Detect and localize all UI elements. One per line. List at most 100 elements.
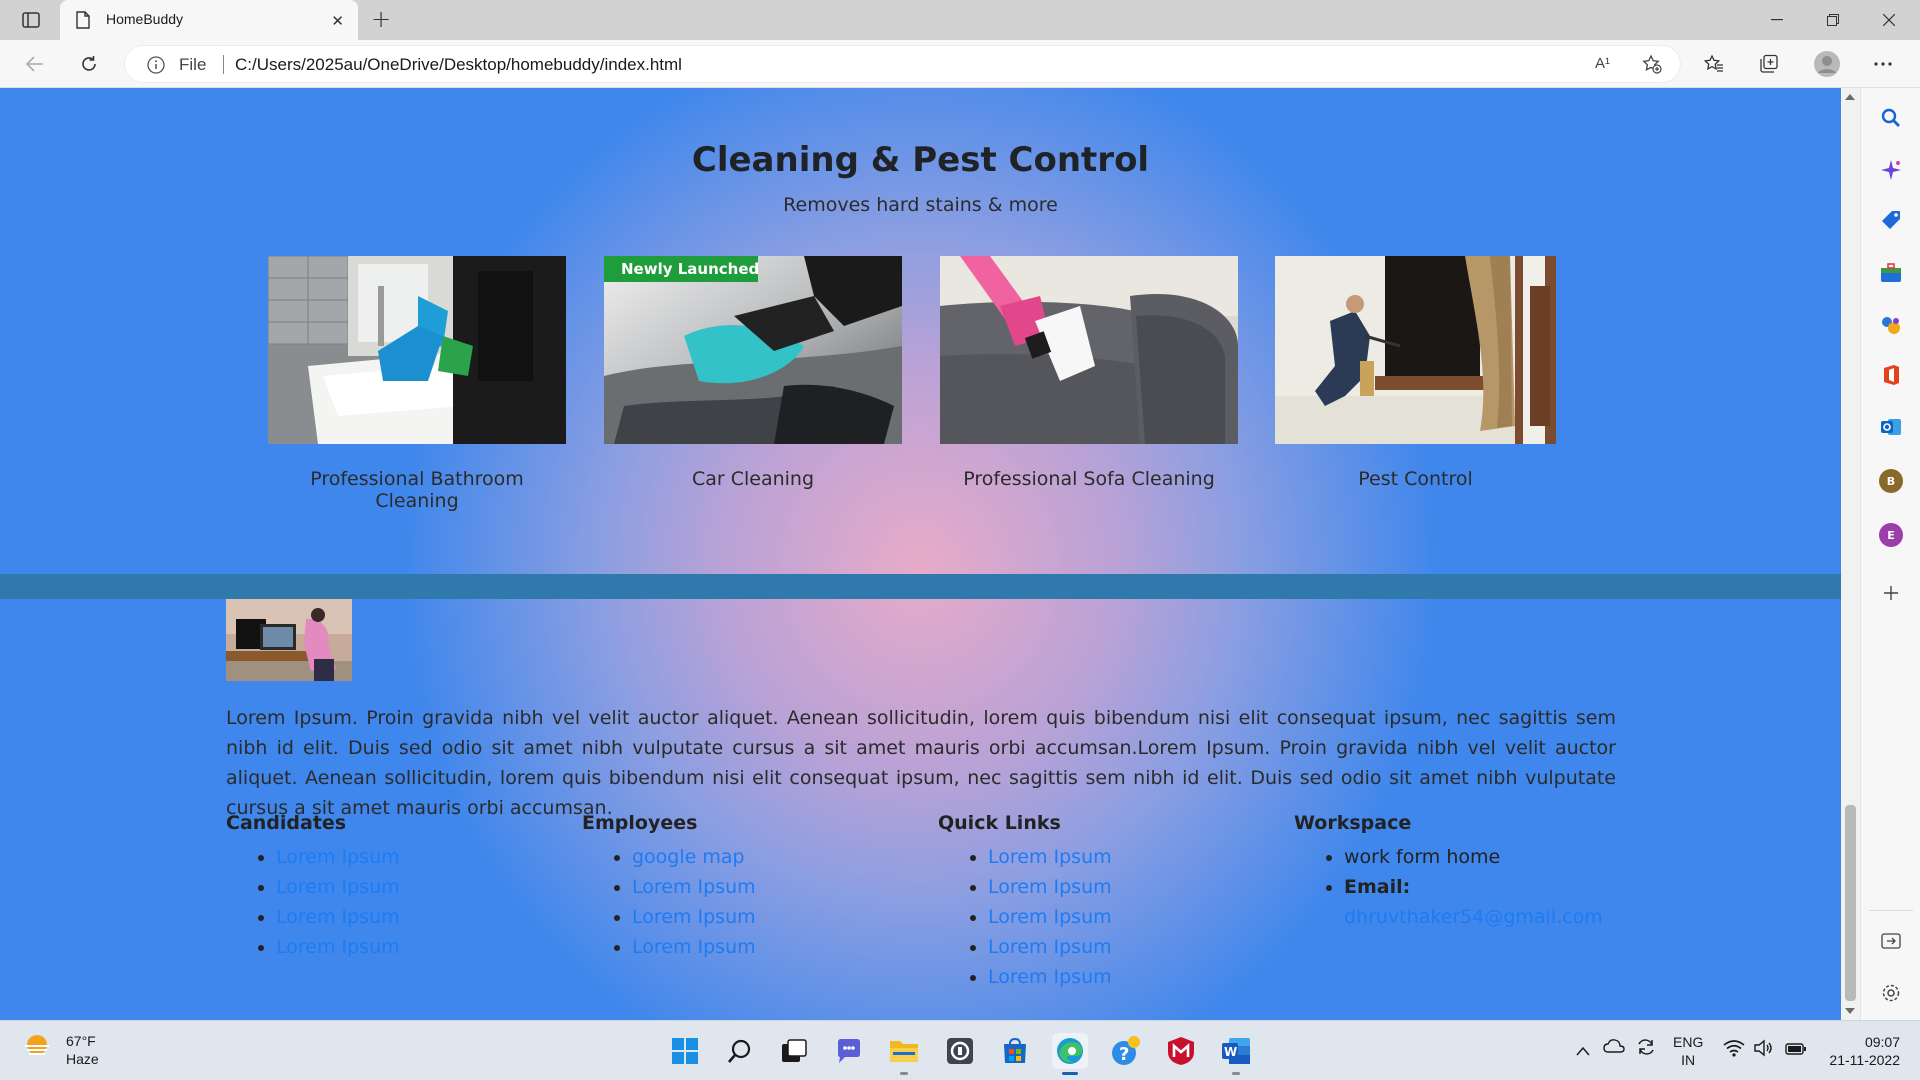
start-icon[interactable] bbox=[667, 1033, 703, 1069]
read-aloud-icon[interactable]: A¹ bbox=[1595, 55, 1610, 72]
footer-candidates: Candidates Lorem Ipsum Lorem Ipsum Lorem… bbox=[226, 812, 566, 962]
collections-icon[interactable] bbox=[1752, 48, 1786, 80]
region-code: IN bbox=[1681, 1052, 1696, 1068]
email-label: Email: bbox=[1344, 876, 1411, 898]
back-icon[interactable] bbox=[18, 48, 52, 80]
tools-briefcase-icon[interactable] bbox=[1876, 258, 1906, 288]
refresh-icon[interactable] bbox=[72, 48, 106, 80]
clock[interactable]: 09:07 21-11-2022 bbox=[1820, 1033, 1900, 1069]
minimize-icon[interactable] bbox=[1750, 0, 1804, 40]
svg-text:W: W bbox=[1224, 1045, 1237, 1059]
list-item: Lorem Ipsum bbox=[988, 962, 1278, 992]
avatar-b: B bbox=[1879, 469, 1903, 493]
url-text[interactable]: C:/Users/2025au/OneDrive/Desktop/homebud… bbox=[235, 55, 682, 75]
language-indicator[interactable]: ENG IN bbox=[1673, 1033, 1703, 1069]
edge-browser-icon[interactable] bbox=[1052, 1033, 1088, 1075]
show-hidden-icons-icon[interactable] bbox=[1576, 1041, 1590, 1060]
onedrive-icon[interactable] bbox=[1603, 1037, 1625, 1059]
office-icon[interactable] bbox=[1876, 360, 1906, 390]
games-icon[interactable] bbox=[1876, 310, 1906, 340]
teams-chat-icon[interactable] bbox=[831, 1033, 867, 1069]
shopping-tag-icon[interactable] bbox=[1876, 205, 1906, 235]
file-explorer-icon[interactable] bbox=[886, 1033, 922, 1075]
section-subtitle: Removes hard stains & more bbox=[783, 194, 1058, 216]
add-favorite-icon[interactable] bbox=[1642, 54, 1662, 78]
running-indicator bbox=[1232, 1072, 1240, 1075]
list-item: Lorem Ipsum bbox=[988, 902, 1278, 932]
address-bar[interactable]: File C:/Users/2025au/OneDrive/Desktop/ho… bbox=[125, 46, 1680, 82]
car-cleaning-label[interactable]: Car Cleaning bbox=[604, 468, 902, 490]
battery-icon[interactable] bbox=[1785, 1041, 1807, 1060]
task-view-icon[interactable] bbox=[776, 1033, 812, 1069]
profile-avatar-e[interactable]: E bbox=[1876, 520, 1906, 550]
car-cleaning-image[interactable]: Newly Launched bbox=[604, 256, 902, 444]
settings-gear-icon[interactable] bbox=[1876, 978, 1906, 1008]
taskbar-search-icon[interactable] bbox=[722, 1033, 758, 1069]
list-item: Lorem Ipsum bbox=[276, 932, 566, 962]
info-icon[interactable] bbox=[147, 56, 165, 78]
candidates-link[interactable]: Lorem Ipsum bbox=[276, 876, 400, 898]
quick-link[interactable]: Lorem Ipsum bbox=[988, 906, 1112, 928]
running-indicator bbox=[900, 1072, 908, 1075]
active-tab[interactable]: HomeBuddy ✕ bbox=[60, 0, 358, 40]
wifi-icon[interactable] bbox=[1723, 1039, 1745, 1061]
page-scrollbar[interactable] bbox=[1841, 88, 1860, 1020]
tab-actions-icon[interactable] bbox=[14, 8, 48, 32]
weather-widget[interactable]: 67°F Haze bbox=[22, 1031, 142, 1071]
google-map-link[interactable]: google map bbox=[632, 846, 745, 868]
new-tab-button[interactable]: + bbox=[366, 6, 396, 34]
more-menu-icon[interactable] bbox=[1866, 48, 1900, 80]
app-icon[interactable] bbox=[942, 1033, 978, 1069]
clock-date: 21-11-2022 bbox=[1829, 1052, 1900, 1068]
candidates-link[interactable]: Lorem Ipsum bbox=[276, 906, 400, 928]
quick-link[interactable]: Lorem Ipsum bbox=[988, 876, 1112, 898]
clock-time: 09:07 bbox=[1864, 1034, 1900, 1050]
new-badge: Newly Launched bbox=[621, 260, 760, 278]
tab-close-icon[interactable]: ✕ bbox=[331, 12, 344, 30]
footer-quick-links: Quick Links Lorem Ipsum Lorem Ipsum Lore… bbox=[938, 812, 1278, 992]
word-icon[interactable]: W bbox=[1218, 1033, 1254, 1075]
quick-link[interactable]: Lorem Ipsum bbox=[988, 966, 1112, 988]
list-item: Lorem Ipsum bbox=[988, 872, 1278, 902]
bathroom-cleaning-label[interactable]: Professional Bathroom Cleaning bbox=[268, 468, 566, 512]
profile-avatar[interactable] bbox=[1810, 48, 1844, 80]
store-icon[interactable] bbox=[997, 1033, 1033, 1069]
copilot-sparkle-icon[interactable] bbox=[1876, 155, 1906, 185]
url-separator bbox=[223, 55, 224, 74]
profile-avatar-b[interactable]: B bbox=[1876, 466, 1906, 496]
favorites-icon[interactable] bbox=[1697, 48, 1731, 80]
bathroom-cleaning-image[interactable] bbox=[268, 256, 566, 444]
section-divider bbox=[0, 574, 1841, 599]
add-sidebar-icon[interactable] bbox=[1876, 578, 1906, 608]
close-window-icon[interactable] bbox=[1862, 0, 1916, 40]
scroll-up-arrow-icon[interactable] bbox=[1845, 94, 1855, 100]
search-icon[interactable] bbox=[1876, 103, 1906, 133]
scroll-down-arrow-icon[interactable] bbox=[1845, 1008, 1855, 1014]
list-item: Lorem Ipsum bbox=[632, 932, 922, 962]
help-icon[interactable]: ? bbox=[1108, 1033, 1144, 1069]
restore-icon[interactable] bbox=[1806, 0, 1860, 40]
employees-link[interactable]: Lorem Ipsum bbox=[632, 876, 756, 898]
employees-link[interactable]: Lorem Ipsum bbox=[632, 906, 756, 928]
sofa-cleaning-label[interactable]: Professional Sofa Cleaning bbox=[940, 468, 1238, 490]
browser-toolbar: File C:/Users/2025au/OneDrive/Desktop/ho… bbox=[0, 40, 1920, 88]
list-item: Lorem Ipsum bbox=[632, 902, 922, 932]
list-item: Lorem Ipsum bbox=[276, 902, 566, 932]
pest-control-image[interactable] bbox=[1275, 256, 1556, 444]
sync-icon[interactable] bbox=[1636, 1037, 1656, 1061]
employees-link[interactable]: Lorem Ipsum bbox=[632, 936, 756, 958]
email-link[interactable]: dhruvthaker54@gmail.com bbox=[1344, 906, 1603, 928]
scroll-thumb[interactable] bbox=[1845, 805, 1856, 1001]
quick-link[interactable]: Lorem Ipsum bbox=[988, 846, 1112, 868]
hide-sidebar-icon[interactable] bbox=[1876, 926, 1906, 956]
pest-control-label[interactable]: Pest Control bbox=[1275, 468, 1556, 490]
candidates-link[interactable]: Lorem Ipsum bbox=[276, 846, 400, 868]
outlook-icon[interactable] bbox=[1876, 412, 1906, 442]
volume-icon[interactable] bbox=[1753, 1039, 1775, 1061]
mcafee-icon[interactable] bbox=[1163, 1033, 1199, 1069]
sofa-cleaning-image[interactable] bbox=[940, 256, 1238, 444]
list-item: Lorem Ipsum bbox=[276, 872, 566, 902]
candidates-link[interactable]: Lorem Ipsum bbox=[276, 936, 400, 958]
quick-link[interactable]: Lorem Ipsum bbox=[988, 936, 1112, 958]
employees-heading: Employees bbox=[582, 812, 698, 834]
